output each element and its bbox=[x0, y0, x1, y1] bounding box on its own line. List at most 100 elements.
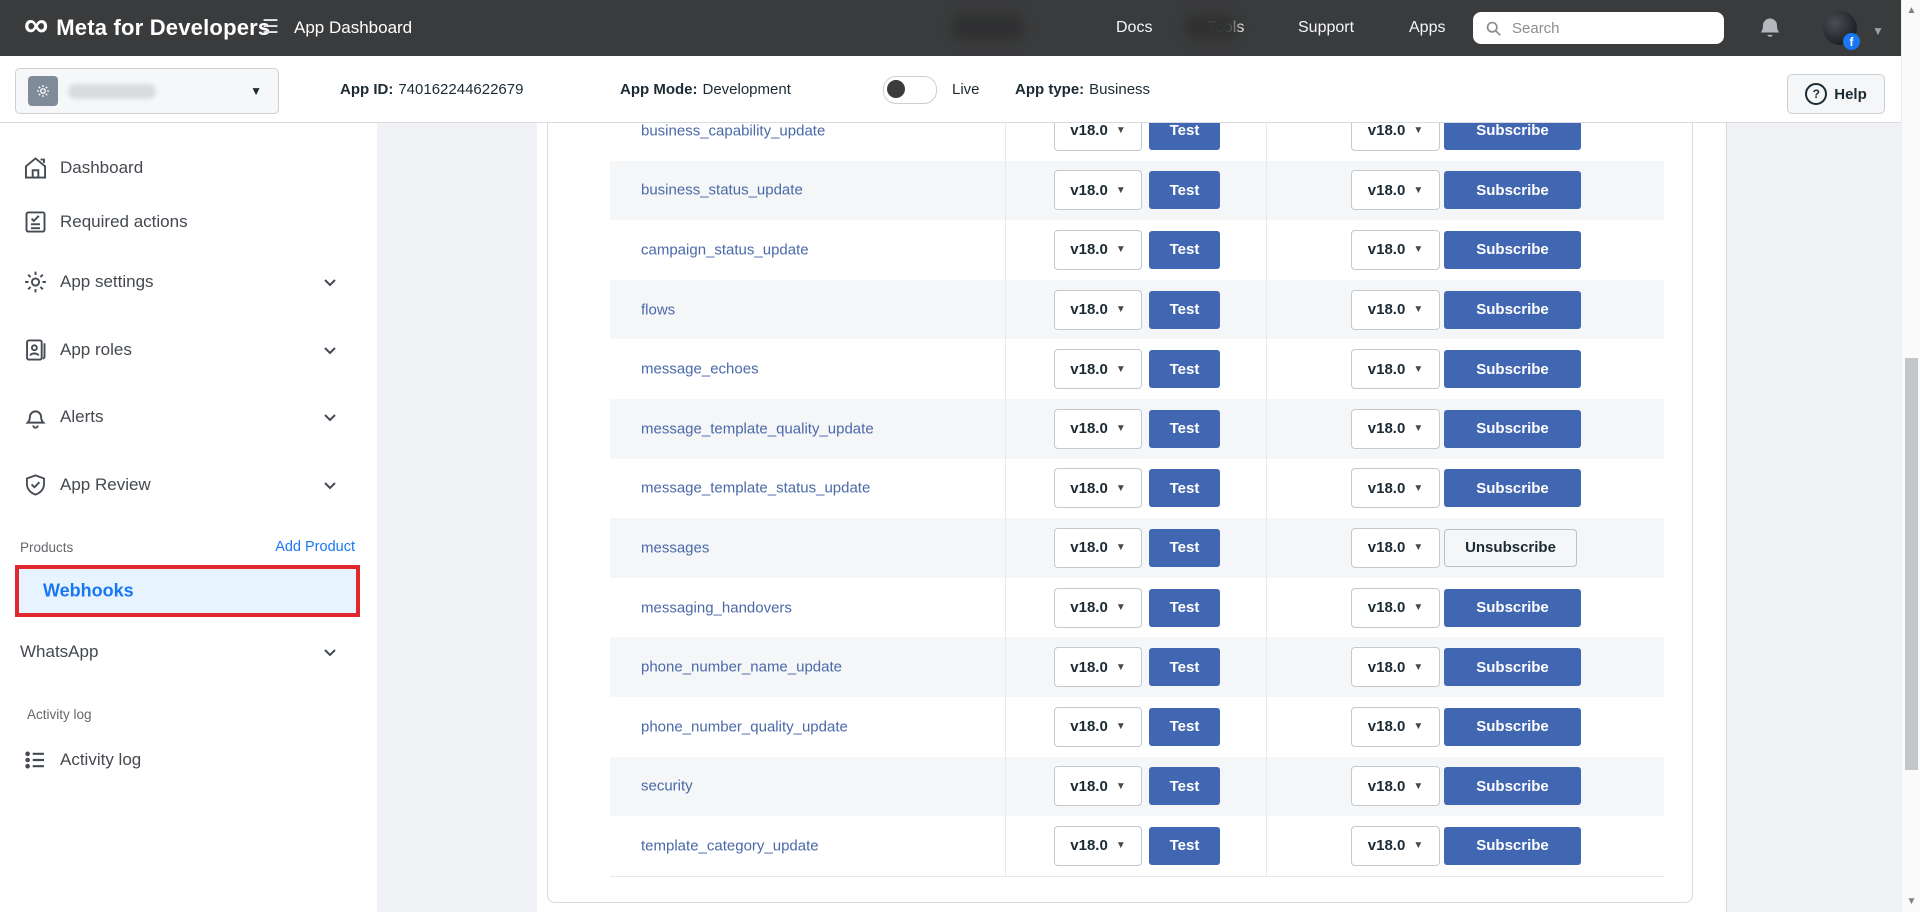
menu-icon[interactable]: ☰ bbox=[262, 17, 282, 39]
nav-link-docs[interactable]: Docs bbox=[1116, 0, 1152, 56]
sidebar-item-app-settings[interactable]: App settings bbox=[0, 260, 377, 304]
scroll-up-icon[interactable]: ▲ bbox=[1902, 5, 1920, 16]
chevron-down-icon: ▼ bbox=[1116, 423, 1126, 434]
version-dropdown-test[interactable]: v18.0 ▼ bbox=[1054, 409, 1142, 449]
scroll-down-icon[interactable]: ▼ bbox=[1902, 896, 1920, 907]
version-dropdown-test[interactable]: v18.0 ▼ bbox=[1054, 528, 1142, 568]
version-dropdown-subscribe[interactable]: v18.0 ▼ bbox=[1351, 647, 1440, 687]
sidebar-item-app-review[interactable]: App Review bbox=[0, 463, 377, 507]
version-dropdown-test[interactable]: v18.0 ▼ bbox=[1054, 468, 1142, 508]
search-box[interactable] bbox=[1473, 12, 1724, 44]
version-dropdown-test[interactable]: v18.0 ▼ bbox=[1054, 588, 1142, 628]
sidebar-item-whatsapp[interactable]: WhatsApp bbox=[0, 630, 377, 674]
notifications-bell-icon[interactable] bbox=[1756, 15, 1784, 43]
chevron-down-icon bbox=[322, 409, 338, 425]
test-button[interactable]: Test bbox=[1149, 469, 1220, 507]
version-dropdown-subscribe[interactable]: v18.0 ▼ bbox=[1351, 707, 1440, 747]
webhook-field-link[interactable]: message_echoes bbox=[641, 361, 759, 378]
table-column-divider bbox=[1266, 101, 1267, 876]
test-button[interactable]: Test bbox=[1149, 827, 1220, 865]
version-dropdown-subscribe[interactable]: v18.0 ▼ bbox=[1351, 468, 1440, 508]
subscribe-button[interactable]: Subscribe bbox=[1444, 350, 1581, 388]
webhook-field-link[interactable]: template_category_update bbox=[641, 837, 819, 854]
test-button[interactable]: Test bbox=[1149, 589, 1220, 627]
meta-developers-logo[interactable]: ∞ Meta for Developers bbox=[24, 0, 270, 56]
account-chevron-icon[interactable]: ▼ bbox=[1872, 24, 1884, 38]
version-dropdown-test[interactable]: v18.0 ▼ bbox=[1054, 290, 1142, 330]
subscribe-button[interactable]: Subscribe bbox=[1444, 827, 1581, 865]
webhook-field-link[interactable]: phone_number_name_update bbox=[641, 659, 842, 676]
version-dropdown-test[interactable]: v18.0 ▼ bbox=[1054, 826, 1142, 866]
version-dropdown-test[interactable]: v18.0 ▼ bbox=[1054, 766, 1142, 806]
test-button[interactable]: Test bbox=[1149, 350, 1220, 388]
version-dropdown-subscribe[interactable]: v18.0 ▼ bbox=[1351, 826, 1440, 866]
version-dropdown-subscribe[interactable]: v18.0 ▼ bbox=[1351, 170, 1440, 210]
test-button[interactable]: Test bbox=[1149, 410, 1220, 448]
webhook-field-link[interactable]: security bbox=[641, 778, 693, 795]
subscribe-button[interactable]: Subscribe bbox=[1444, 469, 1581, 507]
version-dropdown-subscribe[interactable]: v18.0 ▼ bbox=[1351, 588, 1440, 628]
chevron-down-icon: ▼ bbox=[1116, 483, 1126, 494]
chevron-down-icon: ▼ bbox=[1413, 125, 1423, 136]
sidebar-item-app-roles[interactable]: App roles bbox=[0, 328, 377, 372]
version-dropdown-test[interactable]: v18.0 ▼ bbox=[1054, 349, 1142, 389]
table-row: campaign_status_update v18.0 ▼ Test v18.… bbox=[610, 220, 1664, 280]
test-button[interactable]: Test bbox=[1149, 231, 1220, 269]
version-dropdown-test[interactable]: v18.0 ▼ bbox=[1054, 170, 1142, 210]
test-button[interactable]: Test bbox=[1149, 767, 1220, 805]
version-dropdown-subscribe[interactable]: v18.0 ▼ bbox=[1351, 409, 1440, 449]
webhook-field-link[interactable]: flows bbox=[641, 301, 675, 318]
subscribe-button[interactable]: Subscribe bbox=[1444, 589, 1581, 627]
sidebar-item-required-actions[interactable]: Required actions bbox=[0, 200, 377, 244]
chevron-down-icon: ▼ bbox=[1413, 721, 1423, 732]
webhook-field-link[interactable]: messages bbox=[641, 539, 709, 556]
webhook-field-link[interactable]: business_status_update bbox=[641, 182, 803, 199]
nav-link-support[interactable]: Support bbox=[1298, 0, 1354, 56]
webhook-field-link[interactable]: phone_number_quality_update bbox=[641, 718, 848, 735]
version-dropdown-subscribe[interactable]: v18.0 ▼ bbox=[1351, 290, 1440, 330]
subscribe-button[interactable]: Subscribe bbox=[1444, 708, 1581, 746]
version-dropdown-subscribe[interactable]: v18.0 ▼ bbox=[1351, 528, 1440, 568]
unsubscribe-button[interactable]: Unsubscribe bbox=[1444, 529, 1577, 567]
app-selector-dropdown[interactable]: ▼ bbox=[15, 68, 279, 114]
page-scrollbar[interactable]: ▲ ▼ bbox=[1901, 0, 1920, 912]
sidebar-item-label: App roles bbox=[60, 340, 132, 360]
webhook-field-link[interactable]: messaging_handovers bbox=[641, 599, 792, 616]
subscribe-button[interactable]: Subscribe bbox=[1444, 767, 1581, 805]
scrollbar-thumb[interactable] bbox=[1905, 358, 1918, 770]
webhook-field-link[interactable]: message_template_quality_update bbox=[641, 420, 874, 437]
test-button[interactable]: Test bbox=[1149, 529, 1220, 567]
chevron-down-icon bbox=[322, 477, 338, 493]
subscribe-button[interactable]: Subscribe bbox=[1444, 291, 1581, 329]
version-dropdown-test[interactable]: v18.0 ▼ bbox=[1054, 230, 1142, 270]
test-button[interactable]: Test bbox=[1149, 648, 1220, 686]
webhook-field-link[interactable]: message_template_status_update bbox=[641, 480, 870, 497]
table-row: messaging_handovers v18.0 ▼ Test v18.0 ▼… bbox=[610, 578, 1664, 638]
sidebar-item-activity-log[interactable]: Activity log bbox=[0, 738, 377, 782]
sidebar-item-webhooks[interactable]: Webhooks bbox=[15, 565, 360, 617]
test-button[interactable]: Test bbox=[1149, 171, 1220, 209]
help-button[interactable]: ? Help bbox=[1787, 74, 1885, 114]
test-button[interactable]: Test bbox=[1149, 708, 1220, 746]
version-dropdown-test[interactable]: v18.0 ▼ bbox=[1054, 647, 1142, 687]
app-mode-toggle[interactable] bbox=[883, 76, 937, 104]
table-row: phone_number_name_update v18.0 ▼ Test v1… bbox=[610, 637, 1664, 697]
version-dropdown-test[interactable]: v18.0 ▼ bbox=[1054, 707, 1142, 747]
sidebar-item-dashboard[interactable]: Dashboard bbox=[0, 146, 377, 190]
add-product-link[interactable]: Add Product bbox=[275, 539, 355, 555]
version-dropdown-subscribe[interactable]: v18.0 ▼ bbox=[1351, 766, 1440, 806]
subscribe-button[interactable]: Subscribe bbox=[1444, 171, 1581, 209]
nav-link-apps[interactable]: Apps bbox=[1409, 0, 1445, 56]
app-icon bbox=[28, 76, 58, 106]
subscribe-button[interactable]: Subscribe bbox=[1444, 648, 1581, 686]
webhook-field-link[interactable]: campaign_status_update bbox=[641, 241, 809, 258]
sidebar-item-alerts[interactable]: Alerts bbox=[0, 395, 377, 439]
version-dropdown-subscribe[interactable]: v18.0 ▼ bbox=[1351, 349, 1440, 389]
test-button[interactable]: Test bbox=[1149, 291, 1220, 329]
webhook-field-link[interactable]: business_capability_update bbox=[641, 122, 825, 139]
subscribe-button[interactable]: Subscribe bbox=[1444, 410, 1581, 448]
search-input[interactable] bbox=[1510, 19, 1694, 38]
chevron-down-icon bbox=[322, 274, 338, 290]
subscribe-button[interactable]: Subscribe bbox=[1444, 231, 1581, 269]
version-dropdown-subscribe[interactable]: v18.0 ▼ bbox=[1351, 230, 1440, 270]
